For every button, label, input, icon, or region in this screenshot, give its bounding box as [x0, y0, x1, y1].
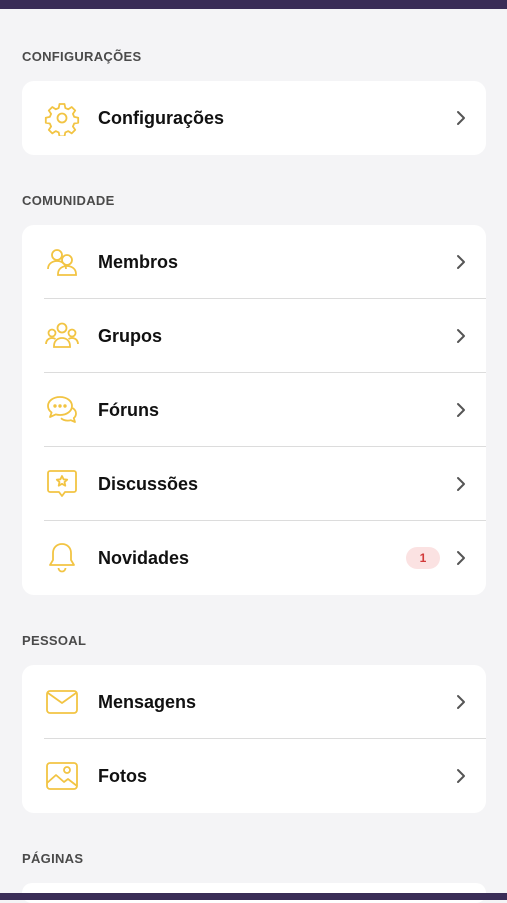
menu-item-configuracoes[interactable]: Configurações [22, 81, 486, 155]
menu-item-label: Fóruns [98, 399, 159, 420]
community-card: Membros Grupos Fóruns Discussões Novidad… [22, 225, 486, 595]
forums-icon [44, 392, 80, 428]
config-card: Configurações [22, 81, 486, 155]
discussions-icon [44, 466, 80, 502]
menu-item-fotos[interactable]: Fotos [22, 739, 486, 813]
members-icon [44, 244, 80, 280]
menu-item-label: Novidades [98, 547, 190, 568]
chevron-right-icon [454, 694, 468, 710]
menu-item-discussoes[interactable]: Discussões [22, 447, 486, 521]
section-title-pages: PÁGINAS [22, 851, 84, 866]
menu-item-label: Discussões [98, 473, 199, 494]
chevron-right-icon [454, 110, 468, 126]
bell-icon [44, 540, 80, 576]
menu-item-label: Mensagens [98, 691, 197, 712]
groups-icon [44, 318, 80, 354]
chevron-right-icon [454, 476, 468, 492]
menu-item-membros[interactable]: Membros [22, 225, 486, 299]
section-title-community: COMUNIDADE [22, 193, 115, 208]
menu-item-novidades[interactable]: Novidades 1 [22, 521, 486, 595]
section-title-personal: PESSOAL [22, 633, 87, 648]
menu-item-label: Membros [98, 251, 179, 272]
chevron-right-icon [454, 402, 468, 418]
chevron-right-icon [454, 550, 468, 566]
menu-item-label: Fotos [98, 765, 147, 786]
top-bar [0, 0, 507, 9]
chevron-right-icon [454, 254, 468, 270]
photo-icon [44, 758, 80, 794]
chevron-right-icon [454, 328, 468, 344]
envelope-icon [44, 684, 80, 720]
section-title-config: CONFIGURAÇÕES [22, 49, 142, 64]
gear-icon [44, 100, 80, 136]
menu-item-grupos[interactable]: Grupos [22, 299, 486, 373]
chevron-right-icon [454, 768, 468, 784]
menu-item-foruns[interactable]: Fóruns [22, 373, 486, 447]
menu-item-label: Grupos [98, 325, 163, 346]
notification-count-badge: 1 [406, 547, 440, 569]
bottom-bar [0, 893, 507, 900]
personal-card: Mensagens Fotos [22, 665, 486, 813]
menu-item-mensagens[interactable]: Mensagens [22, 665, 486, 739]
menu-item-label: Configurações [98, 107, 225, 128]
